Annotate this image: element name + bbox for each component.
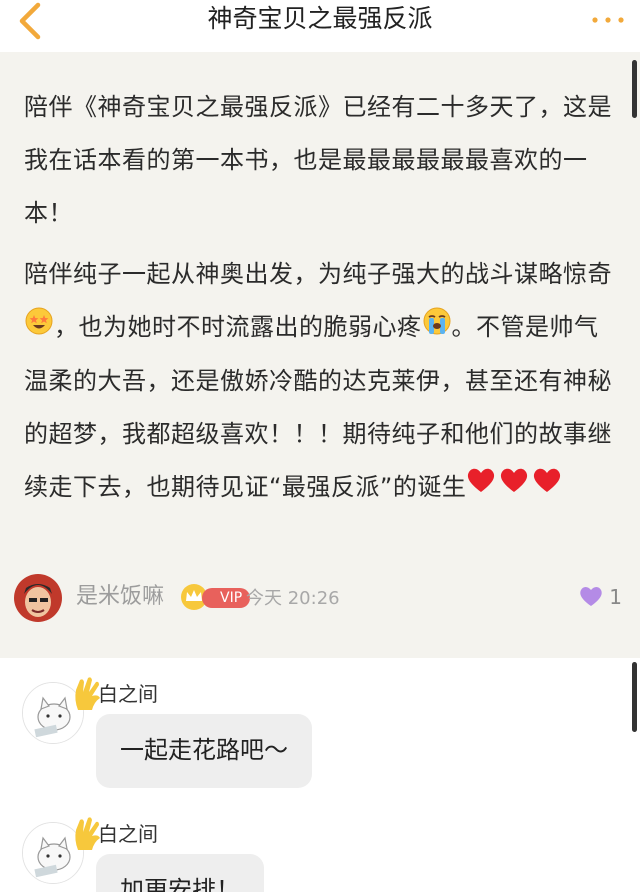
commenter-name[interactable]: 白之间 xyxy=(98,820,158,848)
star-struck-emoji-icon xyxy=(24,302,54,355)
post-meta: 是米饭嘛 VIP 今天 20:26 1 xyxy=(14,574,626,624)
post-paragraph: 陪伴纯子一起从神奥出发，为纯子强大的战斗谋略惊奇，也为她时不时流露出的脆弱心疼。… xyxy=(24,248,618,514)
author-avatar[interactable] xyxy=(14,574,62,622)
screen: 神奇宝贝之最强反派 陪伴《神奇宝贝之最强反派》已经有二十多天了，这是我在话本看的… xyxy=(0,0,640,892)
vip-badge: VIP xyxy=(202,588,251,608)
post-card: 陪伴《神奇宝贝之最强反派》已经有二十多天了，这是我在话本看的第一本书，也是最最最… xyxy=(0,52,640,658)
scrollbar-thumb[interactable] xyxy=(632,60,637,118)
post-paragraph: 陪伴《神奇宝贝之最强反派》已经有二十多天了，这是我在话本看的第一本书，也是最最最… xyxy=(24,93,612,227)
post-content: 陪伴《神奇宝贝之最强反派》已经有二十多天了，这是我在话本看的第一本书，也是最最最… xyxy=(24,81,618,522)
post-text-segment: ，也为她时不时流露出的脆弱心疼 xyxy=(54,313,422,341)
heart-like-icon[interactable] xyxy=(578,584,604,608)
post-text-segment: 陪伴纯子一起从神奥出发，为纯子强大的战斗谋略惊奇 xyxy=(24,260,612,288)
crying-emoji-icon xyxy=(422,302,452,355)
author-name[interactable]: 是米饭嘛 xyxy=(76,582,164,612)
like-count: 1 xyxy=(609,585,622,609)
more-dots-icon xyxy=(592,17,624,23)
more-button[interactable] xyxy=(588,10,628,30)
post-timestamp: 今天 20:26 xyxy=(246,588,340,609)
comment-bubble[interactable]: 一起走花路吧～ xyxy=(96,714,312,788)
top-bar: 神奇宝贝之最强反派 xyxy=(0,0,640,44)
red-heart-emoji-icon xyxy=(466,461,562,514)
scrollbar-thumb[interactable] xyxy=(632,662,637,732)
commenter-name[interactable]: 白之间 xyxy=(98,680,158,708)
page-title: 神奇宝贝之最强反派 xyxy=(207,4,433,33)
comment-bubble[interactable]: 加更安排！ xyxy=(96,854,264,892)
